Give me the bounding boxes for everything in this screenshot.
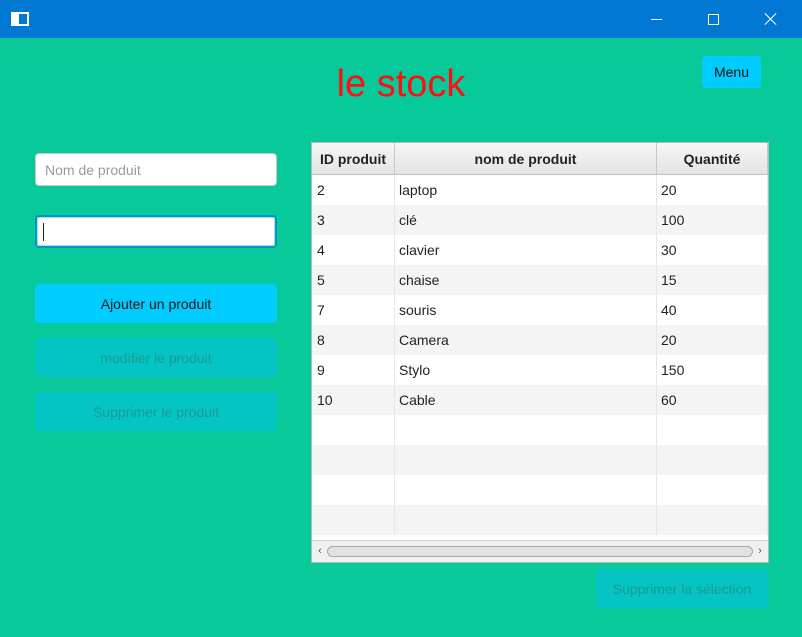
scroll-left-icon[interactable]: ‹ (315, 545, 325, 557)
cell-quantity (657, 415, 768, 445)
cell-id (312, 415, 395, 445)
cell-quantity (657, 445, 768, 475)
cell-name (395, 415, 657, 445)
table-row[interactable]: 3 clé 100 (312, 205, 768, 235)
table-row[interactable]: 2 laptop 20 (312, 175, 768, 205)
minimize-button[interactable] (627, 0, 685, 38)
cell-quantity: 20 (657, 175, 768, 205)
cell-id: 9 (312, 355, 395, 385)
cell-id: 4 (312, 235, 395, 265)
cell-id: 3 (312, 205, 395, 235)
table-row[interactable]: 5 chaise 15 (312, 265, 768, 295)
cell-name: Cable (395, 385, 657, 415)
table-row[interactable]: 7 souris 40 (312, 295, 768, 325)
edit-product-button[interactable]: modifier le produit (35, 338, 277, 377)
cell-quantity (657, 505, 768, 535)
cell-quantity: 15 (657, 265, 768, 295)
cell-name: Camera (395, 325, 657, 355)
column-header-id[interactable]: ID produit (312, 143, 395, 175)
scrollbar-thumb[interactable] (327, 546, 753, 557)
maximize-button[interactable] (684, 0, 742, 38)
stock-table[interactable]: ID produit nom de produit Quantité 2 lapt… (311, 142, 769, 563)
table-row[interactable]: 4 clavier 30 (312, 235, 768, 265)
window-titlebar (0, 0, 802, 38)
quantity-input[interactable] (35, 215, 277, 248)
cell-quantity: 150 (657, 355, 768, 385)
product-name-input[interactable] (35, 153, 277, 186)
cell-id: 10 (312, 385, 395, 415)
minimize-icon (650, 18, 662, 20)
cell-id (312, 475, 395, 505)
maximize-icon (707, 13, 719, 25)
cell-id: 2 (312, 175, 395, 205)
table-row[interactable] (312, 475, 768, 505)
table-row[interactable] (312, 445, 768, 475)
table-row[interactable] (312, 415, 768, 445)
cell-quantity: 30 (657, 235, 768, 265)
app-window-icon (11, 12, 29, 26)
table-row[interactable]: 10 Cable 60 (312, 385, 768, 415)
column-header-name[interactable]: nom de produit (395, 143, 657, 175)
cell-quantity: 20 (657, 325, 768, 355)
scroll-right-icon[interactable]: › (755, 545, 765, 557)
table-body: 2 laptop 20 3 clé 100 4 clavier 30 5 chaise 15 7 sour… (312, 175, 768, 535)
close-icon (764, 12, 778, 26)
cell-name (395, 445, 657, 475)
cell-id: 5 (312, 265, 395, 295)
delete-product-button[interactable]: Supprimer le produit (35, 392, 277, 431)
cell-quantity: 100 (657, 205, 768, 235)
cell-id (312, 445, 395, 475)
cell-name: clé (395, 205, 657, 235)
horizontal-scrollbar[interactable]: ‹ › (312, 540, 768, 562)
delete-selection-button[interactable]: Supprimer la sélection (596, 569, 768, 608)
column-header-quantity[interactable]: Quantité (657, 143, 768, 175)
table-header: ID produit nom de produit Quantité (312, 143, 768, 175)
cell-name: Stylo (395, 355, 657, 385)
cell-id: 7 (312, 295, 395, 325)
add-product-button[interactable]: Ajouter un produit (35, 284, 277, 323)
cell-quantity: 60 (657, 385, 768, 415)
cell-quantity (657, 475, 768, 505)
menu-button[interactable]: Menu (702, 56, 761, 88)
table-row[interactable]: 8 Camera 20 (312, 325, 768, 355)
cell-id (312, 505, 395, 535)
table-row[interactable]: 9 Stylo 150 (312, 355, 768, 385)
text-caret (43, 223, 44, 241)
cell-name (395, 475, 657, 505)
cell-name: clavier (395, 235, 657, 265)
cell-id: 8 (312, 325, 395, 355)
cell-name (395, 505, 657, 535)
cell-name: chaise (395, 265, 657, 295)
close-button[interactable] (742, 0, 800, 38)
cell-name: laptop (395, 175, 657, 205)
table-row[interactable] (312, 505, 768, 535)
cell-name: souris (395, 295, 657, 325)
cell-quantity: 40 (657, 295, 768, 325)
page-title: le stock (336, 63, 466, 105)
